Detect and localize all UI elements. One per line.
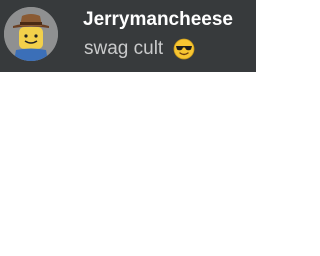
username[interactable]: Jerrymancheese [83, 8, 233, 32]
profile-header: Jerrymancheese swag cult [0, 0, 256, 72]
avatar[interactable] [4, 7, 58, 61]
status-text: swag cult [84, 38, 164, 59]
status-message: swag cult [84, 37, 195, 61]
sunglasses-emoji-icon [173, 38, 195, 60]
roblox-avatar-icon [4, 7, 58, 61]
